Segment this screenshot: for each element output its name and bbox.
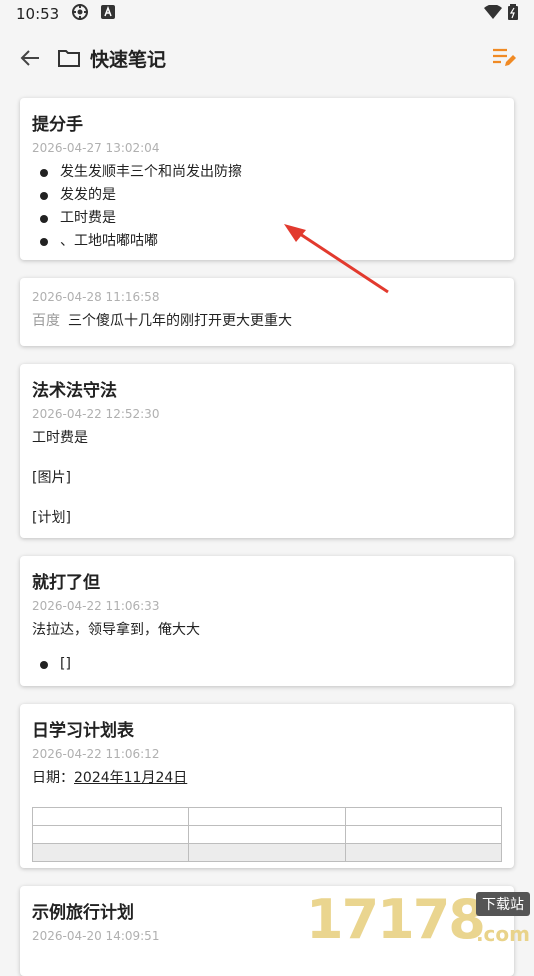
- note-date: 2026-04-22 11:06:33: [32, 599, 160, 613]
- date-field: 日期：2024年11月24日: [32, 770, 188, 786]
- note-body: 百度 三个傻瓜十几年的刚打开更大更重大: [32, 313, 292, 329]
- a-icon: [101, 5, 116, 23]
- wifi-icon: [484, 4, 502, 23]
- note-title: 日学习计划表: [32, 721, 134, 741]
- folder-icon: [58, 46, 82, 70]
- note-card[interactable]: 日学习计划表 2026-04-22 11:06:12 日期：2024年11月24…: [20, 704, 514, 868]
- list-item: []: [32, 653, 502, 676]
- watermark-domain: .com: [475, 922, 530, 946]
- back-arrow-icon[interactable]: [16, 44, 44, 72]
- note-date: 2026-04-27 13:02:04: [32, 141, 160, 155]
- note-line: 工时费是: [32, 430, 88, 446]
- status-bar: 10:53: [0, 0, 534, 28]
- note-card[interactable]: 2026-04-28 11:16:58 百度 三个傻瓜十几年的刚打开更大更重大: [20, 278, 514, 346]
- plan-placeholder: [计划]: [32, 510, 71, 526]
- plan-table: [31, 807, 503, 862]
- battery-icon: [508, 4, 518, 24]
- note-date: 2026-04-22 12:52:30: [32, 407, 160, 421]
- bullet-list: 发生发顺丰三个和尚发出防擦 发发的是 工时费是 、工地咕嘟咕嘟: [32, 161, 502, 253]
- watermark: 17178 下载站 .com: [306, 884, 534, 951]
- list-item: 、工地咕嘟咕嘟: [32, 230, 502, 253]
- list-item: 发发的是: [32, 184, 502, 207]
- note-title: 就打了但: [32, 573, 100, 593]
- note-card[interactable]: 法术法守法 2026-04-22 12:52:30 工时费是 [图片] [计划]: [20, 364, 514, 538]
- watermark-tag: 下载站: [476, 892, 530, 916]
- note-date: 2026-04-28 11:16:58: [32, 290, 160, 304]
- note-title: 提分手: [32, 115, 83, 135]
- note-card[interactable]: 就打了但 2026-04-22 11:06:33 法拉达，领导拿到，俺大大 []: [20, 556, 514, 686]
- note-body: 法拉达，领导拿到，俺大大: [32, 622, 200, 638]
- list-item: 发生发顺丰三个和尚发出防擦: [32, 161, 502, 184]
- annotation-arrow-icon: [284, 224, 389, 294]
- note-title: 法术法守法: [32, 381, 117, 401]
- bullet-icon: [40, 214, 48, 223]
- clock: 10:53: [16, 5, 60, 23]
- note-card[interactable]: 提分手 2026-04-27 13:02:04 发生发顺丰三个和尚发出防擦 发发…: [20, 98, 514, 260]
- image-placeholder: [图片]: [32, 470, 71, 486]
- bullet-icon: [40, 237, 48, 246]
- bullet-icon: [40, 660, 48, 669]
- watermark-number: 17178: [306, 888, 486, 951]
- settings-icon: [71, 3, 89, 25]
- bullet-list: []: [32, 653, 502, 676]
- note-date: 2026-04-22 11:06:12: [32, 747, 160, 761]
- bullet-icon: [40, 191, 48, 200]
- app-bar: 快速笔记: [0, 28, 534, 88]
- list-item: 工时费是: [32, 207, 502, 230]
- page-title: 快速笔记: [90, 48, 167, 71]
- edit-list-icon[interactable]: [490, 44, 518, 72]
- bullet-icon: [40, 168, 48, 177]
